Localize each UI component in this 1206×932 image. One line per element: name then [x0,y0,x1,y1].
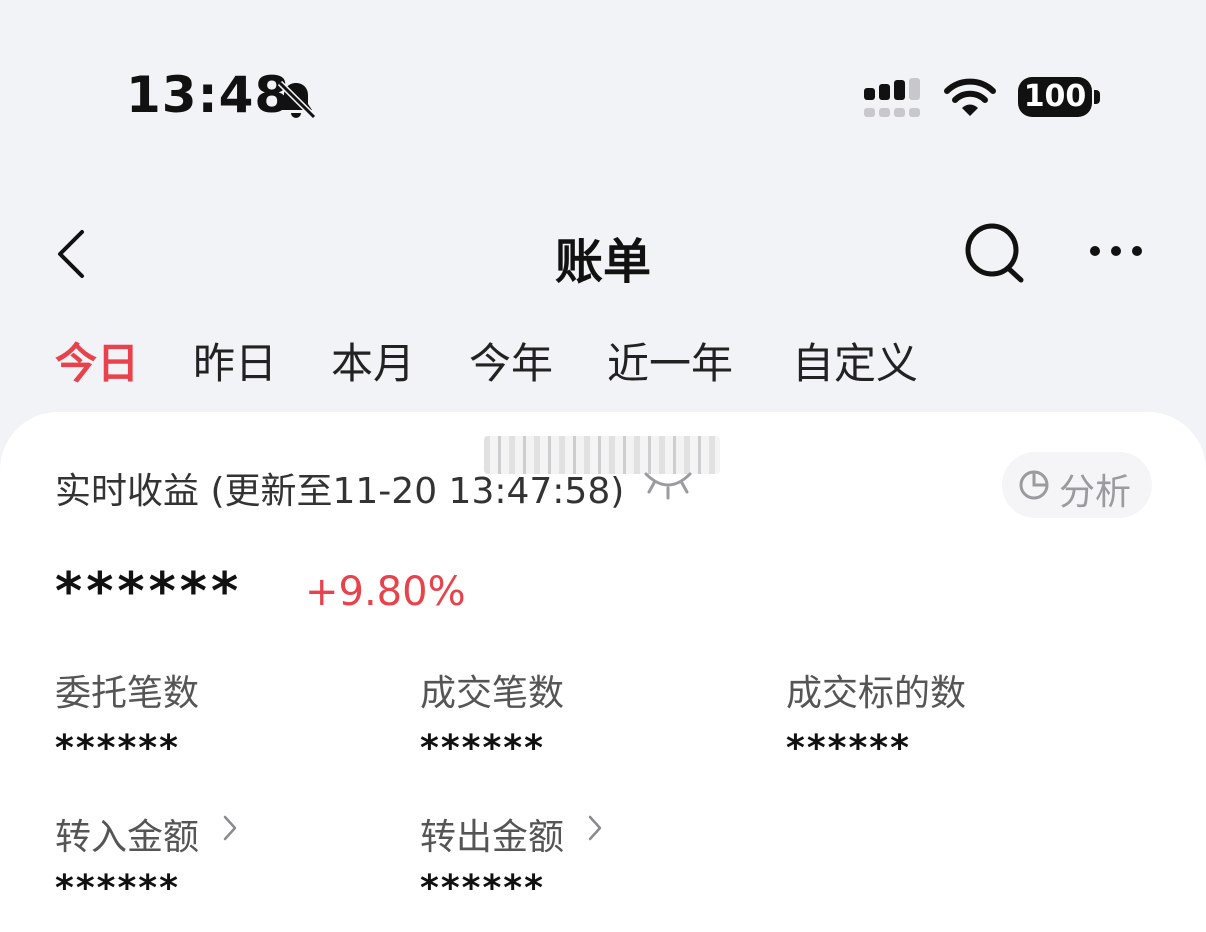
transfer-out-value: ****** [420,868,545,909]
tab-yesterday[interactable]: 昨日 [193,330,277,391]
deals-value: ****** [420,728,545,769]
pie-chart-icon [1019,470,1049,500]
tab-today[interactable]: 今日 [55,330,139,391]
chevron-right-icon[interactable] [221,813,239,843]
profit-percentage: +9.80% [305,569,466,615]
search-icon[interactable] [964,222,1026,284]
bell-muted-icon [277,80,317,120]
transfer-out-label[interactable]: 转出金额 [420,808,564,860]
battery-nub [1094,90,1100,104]
realtime-profit-label: 实时收益 (更新至11-20 13:47:58) [55,471,625,512]
targets-label: 成交标的数 [786,673,967,714]
orders-label: 委托笔数 [55,673,200,714]
battery-icon: 100 [1018,77,1102,119]
tab-this-month[interactable]: 本月 [331,330,415,391]
status-bar: 13:48 100 [0,0,1206,150]
status-time: 13:48 [126,66,291,124]
deals-label: 成交笔数 [420,673,565,714]
orders-value: ****** [55,728,180,769]
eye-closed-icon[interactable] [642,468,694,500]
battery-level: 100 [1018,77,1092,117]
tab-this-year[interactable]: 今年 [469,330,553,391]
analyze-button[interactable]: 分析 [1002,452,1152,518]
cellular-signal-icon [864,78,920,117]
transfer-in-value: ****** [55,868,180,909]
targets-value: ****** [786,728,911,769]
wifi-icon [944,78,996,116]
analyze-label: 分析 [1059,472,1132,513]
tab-last-year[interactable]: 近一年 [607,330,733,391]
more-icon[interactable] [1088,240,1144,262]
nav-bar: 账单 [0,200,1206,310]
masked-profit-value: ****** [55,562,243,622]
tab-custom[interactable]: 自定义 [792,330,918,391]
transfer-in-label[interactable]: 转入金额 [55,808,199,860]
chevron-right-icon[interactable] [586,813,604,843]
